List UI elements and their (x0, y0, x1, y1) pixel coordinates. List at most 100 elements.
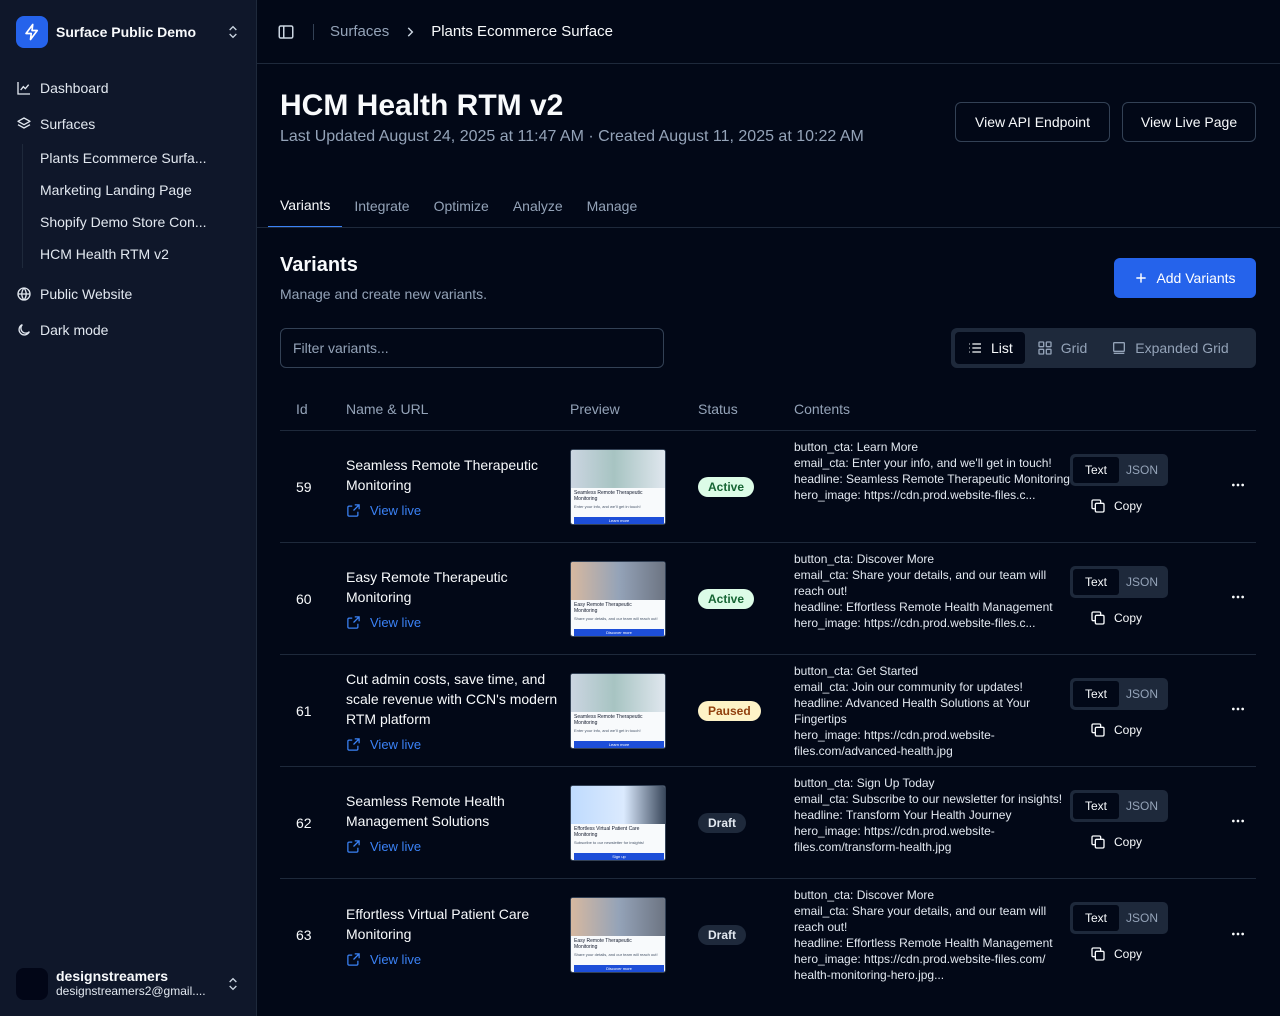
format-text-button[interactable]: Text (1073, 792, 1119, 819)
sidebar-item-dashboard[interactable]: Dashboard (8, 72, 249, 104)
surfaces-subnav: Plants Ecommerce Surfa... Marketing Land… (22, 144, 249, 268)
view-expanded-grid-button[interactable]: Expanded Grid (1099, 332, 1240, 364)
format-json-button[interactable]: JSON (1119, 905, 1165, 931)
sidebar-nav: Dashboard Surfaces Plants Ecommerce Surf… (8, 72, 249, 350)
format-json-button[interactable]: JSON (1119, 569, 1165, 595)
column-name: Name & URL (346, 401, 429, 417)
tab-analyze[interactable]: Analyze (501, 184, 575, 228)
content-line: email_cta: Subscribe to our newsletter f… (794, 791, 1063, 806)
more-horizontal-icon[interactable] (1230, 813, 1246, 829)
sidebar-item-public-website[interactable]: Public Website (8, 278, 249, 310)
external-link-icon (347, 952, 360, 966)
copy-icon (1091, 610, 1105, 625)
content-line: hero_image: https://cdn.prod.website-fil… (794, 823, 995, 854)
more-horizontal-icon[interactable] (1230, 477, 1246, 493)
view-live-link[interactable]: View live (346, 839, 570, 854)
format-toggle: Text JSON (1070, 789, 1168, 822)
sidebar-toggle-icon[interactable] (277, 23, 295, 41)
variant-name: Effortless Virtual Patient Care Monitori… (346, 905, 530, 942)
format-json-button[interactable]: JSON (1119, 457, 1165, 483)
copy-button[interactable]: Copy (1070, 940, 1210, 968)
content-line: button_cta: Learn More (794, 439, 919, 454)
preview-subtitle: Share your details, and our team will re… (574, 615, 658, 621)
sidebar-subitem-marketing[interactable]: Marketing Landing Page (25, 176, 249, 204)
status-cell: Paused (698, 700, 794, 721)
variant-preview-thumbnail[interactable]: Easy Remote Therapeutic Monitoring Share… (570, 560, 666, 637)
content-line: headline: Transform Your Health Journey (794, 807, 1012, 822)
chevrons-up-down-icon (229, 977, 237, 991)
format-json-button[interactable]: JSON (1119, 681, 1165, 707)
format-text-button[interactable]: Text (1073, 680, 1119, 707)
copy-button[interactable]: Copy (1070, 604, 1210, 632)
variant-id: 62 (296, 814, 312, 831)
content-line: headline: Advanced Health Solutions at Y… (794, 695, 1031, 726)
copy-button[interactable]: Copy (1070, 492, 1210, 520)
format-text-button[interactable]: Text (1073, 905, 1119, 931)
section-subtitle: Manage and create new variants. (280, 286, 488, 302)
tabs: Variants Integrate Optimize Analyze Mana… (268, 184, 649, 228)
variant-preview-thumbnail[interactable]: Easy Remote Therapeutic Monitoring Share… (570, 897, 666, 973)
view-grid-button[interactable]: Grid (1025, 332, 1099, 364)
view-live-page-button[interactable]: View Live Page (1122, 102, 1256, 142)
view-api-endpoint-button[interactable]: View API Endpoint (955, 102, 1110, 142)
tab-variants[interactable]: Variants (268, 184, 343, 228)
view-list-button[interactable]: List (955, 332, 1025, 364)
tab-optimize[interactable]: Optimize (422, 184, 501, 228)
add-variants-button[interactable]: Add Variants (1114, 258, 1256, 298)
format-text-button[interactable]: Text (1073, 456, 1119, 483)
view-live-link[interactable]: View live (346, 615, 570, 630)
row-menu-cell (1210, 701, 1256, 720)
chevron-right-icon (407, 26, 414, 37)
view-live-link[interactable]: View live (346, 952, 570, 967)
variant-preview-thumbnail[interactable]: Seamless Remote Therapeutic Monitoring E… (570, 448, 666, 525)
content-line: button_cta: Sign Up Today (794, 775, 935, 790)
grid-icon (1038, 341, 1052, 355)
sidebar-item-label: Dashboard (40, 80, 109, 96)
status-badge: Active (698, 588, 755, 609)
table-row: 60 Easy Remote Therapeutic Monitoring Vi… (280, 543, 1256, 655)
divider (313, 23, 314, 40)
copy-label: Copy (1114, 722, 1143, 737)
breadcrumb-surfaces[interactable]: Surfaces (330, 23, 389, 40)
preview-cell: Easy Remote Therapeutic Monitoring Share… (570, 560, 698, 637)
format-json-button[interactable]: JSON (1119, 793, 1165, 819)
user-name: designstreamers (56, 969, 169, 984)
column-preview: Preview (570, 401, 620, 417)
copy-button[interactable]: Copy (1070, 828, 1210, 856)
variant-id: 61 (296, 702, 312, 719)
variant-contents: button_cta: Get Started email_cta: Join … (794, 663, 1070, 759)
sidebar-subitem-plants[interactable]: Plants Ecommerce Surfa... (25, 144, 249, 172)
view-live-link[interactable]: View live (346, 503, 570, 518)
external-link-icon (347, 840, 360, 853)
sidebar-subitem-shopify[interactable]: Shopify Demo Store Con... (25, 208, 249, 236)
user-menu[interactable]: designstreamers designstreamers2@gmail..… (16, 968, 241, 1000)
more-horizontal-icon[interactable] (1230, 701, 1246, 717)
more-horizontal-icon[interactable] (1230, 589, 1246, 605)
preview-subtitle: Enter your info, and we'll get in touch! (574, 503, 641, 509)
variant-preview-thumbnail[interactable]: Seamless Remote Therapeutic Monitoring E… (570, 672, 666, 749)
preview-cell: Effortless Virtual Patient Care Monitori… (570, 784, 698, 861)
tab-integrate[interactable]: Integrate (342, 184, 421, 228)
preview-title: Seamless Remote Therapeutic Monitoring (574, 713, 643, 726)
variant-preview-thumbnail[interactable]: Effortless Virtual Patient Care Monitori… (570, 784, 666, 861)
tab-manage[interactable]: Manage (575, 184, 650, 228)
add-variants-label: Add Variants (1156, 270, 1236, 286)
variant-name-cell: Seamless Remote Health Management Soluti… (346, 791, 570, 854)
preview-button: Discover more (574, 628, 664, 636)
sidebar-subitem-hcm[interactable]: HCM Health RTM v2 (25, 240, 249, 268)
breadcrumb-current: Plants Ecommerce Surface (431, 23, 613, 40)
org-switcher[interactable]: Surface Public Demo (16, 16, 241, 48)
copy-label: Copy (1114, 947, 1143, 961)
content-line: email_cta: Share your details, and our t… (794, 567, 1047, 598)
content-line: email_cta: Join our community for update… (794, 679, 1023, 694)
view-grid-label: Grid (1060, 340, 1088, 356)
sidebar-item-surfaces[interactable]: Surfaces (8, 108, 249, 140)
copy-button[interactable]: Copy (1070, 716, 1210, 744)
more-horizontal-icon[interactable] (1230, 926, 1246, 942)
filter-variants-input[interactable] (280, 328, 664, 368)
format-cell: Text JSON Copy (1070, 453, 1210, 520)
row-menu-cell (1210, 926, 1256, 945)
view-live-link[interactable]: View live (346, 737, 570, 752)
format-text-button[interactable]: Text (1073, 568, 1119, 595)
sidebar-item-dark-mode[interactable]: Dark mode (8, 314, 249, 346)
